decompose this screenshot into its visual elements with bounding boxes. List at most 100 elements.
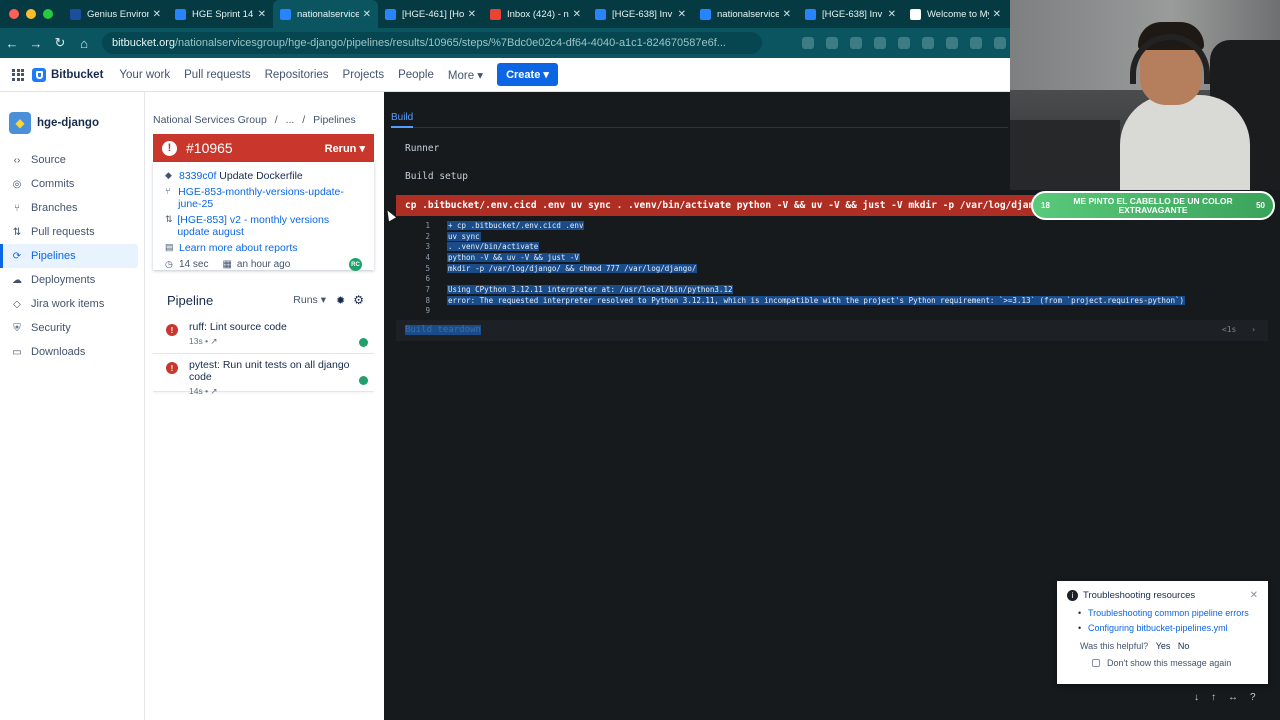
pipeline-step[interactable]: ! ruff: Lint source code 13s • ↗ bbox=[153, 316, 374, 354]
popup-link-config[interactable]: Configuring bitbucket-pipelines.yml bbox=[1078, 623, 1258, 633]
sidebar-item-security[interactable]: ⛨ Security bbox=[0, 316, 144, 340]
create-button[interactable]: Create ▾ bbox=[497, 63, 558, 86]
zoom-icon[interactable] bbox=[826, 37, 838, 49]
scroll-up-icon[interactable]: ↑ bbox=[1211, 692, 1216, 703]
browser-tab[interactable]: Inbox (424) - n ✕ bbox=[483, 0, 588, 28]
close-window-button[interactable] bbox=[9, 9, 19, 19]
browser-tab[interactable]: [HGE-461] [Ho ✕ bbox=[378, 0, 483, 28]
bitbucket-icon bbox=[700, 8, 711, 20]
nav-repositories[interactable]: Repositories bbox=[265, 69, 329, 81]
url-path: /nationalservicesgroup/hge-django/pipeli… bbox=[174, 37, 726, 49]
browser-tab[interactable]: [HGE-638] Inv ✕ bbox=[588, 0, 693, 28]
debug-icon[interactable]: ✹ bbox=[336, 294, 345, 307]
browser-tab[interactable]: [HGE-638] Inv ✕ bbox=[798, 0, 903, 28]
browser-tab[interactable]: Welcome to My ✕ bbox=[903, 0, 1008, 28]
extension-icon[interactable] bbox=[874, 37, 886, 49]
close-tab-icon[interactable]: ✕ bbox=[363, 9, 371, 20]
expand-icon[interactable]: ↔ bbox=[1228, 692, 1238, 703]
pull-request-link[interactable]: [HGE-853] v2 - monthly versions update a… bbox=[177, 214, 362, 238]
breadcrumb-pipelines[interactable]: Pipelines bbox=[313, 114, 356, 126]
rerun-button[interactable]: Rerun ▾ bbox=[325, 142, 365, 155]
step-name: pytest: Run unit tests on all django cod… bbox=[189, 359, 350, 383]
close-tab-icon[interactable]: ✕ bbox=[573, 9, 581, 20]
log-section-build-teardown[interactable]: Build teardown <1s › bbox=[396, 320, 1268, 341]
scroll-down-icon[interactable]: ↓ bbox=[1194, 692, 1199, 703]
extension-icon[interactable] bbox=[994, 37, 1006, 49]
sidebar-item-pull-requests[interactable]: ⇅ Pull requests bbox=[0, 220, 144, 244]
line-text: . .venv/bin/activate bbox=[447, 242, 540, 252]
line-text: uv sync bbox=[447, 231, 481, 241]
log-section-runner[interactable]: Runner bbox=[405, 143, 439, 154]
run-status-header: ! #10965 Rerun ▾ bbox=[153, 134, 374, 162]
close-tab-icon[interactable]: ✕ bbox=[153, 9, 161, 20]
nav-pull-requests[interactable]: Pull requests bbox=[184, 69, 250, 81]
bitbucket-logo-icon[interactable] bbox=[32, 67, 46, 82]
extension-icon[interactable] bbox=[946, 37, 958, 49]
tab-build[interactable]: Build bbox=[391, 112, 413, 123]
sidebar-item-downloads[interactable]: ▭ Downloads bbox=[0, 340, 144, 364]
step-meta: 13s • ↗ bbox=[189, 336, 218, 346]
browser-tab[interactable]: nationalservice ✕ bbox=[273, 0, 378, 28]
back-icon[interactable]: ← bbox=[0, 36, 24, 51]
close-tab-icon[interactable]: ✕ bbox=[468, 9, 476, 20]
extension-icon[interactable] bbox=[922, 37, 934, 49]
dont-show-checkbox-row[interactable]: Don't show this message again bbox=[1067, 658, 1258, 668]
bookmark-icon[interactable] bbox=[850, 37, 862, 49]
sidebar-item-branches[interactable]: ⑂ Branches bbox=[0, 196, 144, 220]
webcam-overlay bbox=[1010, 0, 1280, 190]
runs-dropdown[interactable]: Runs ▾ bbox=[293, 294, 326, 306]
help-icon[interactable]: ? bbox=[1250, 692, 1256, 703]
forward-icon[interactable]: → bbox=[24, 36, 48, 51]
dont-show-checkbox[interactable] bbox=[1092, 659, 1100, 667]
avatar[interactable]: RC bbox=[349, 258, 362, 271]
sidebar-item-commits[interactable]: ◎ Commits bbox=[0, 172, 144, 196]
close-icon[interactable]: ✕ bbox=[1250, 590, 1258, 601]
home-icon[interactable]: ⌂ bbox=[72, 36, 96, 51]
sidebar-item-label: Downloads bbox=[31, 346, 86, 358]
genius-icon bbox=[70, 8, 81, 20]
nav-more[interactable]: More ▾ bbox=[448, 68, 483, 82]
log-section-build-setup[interactable]: Build setup bbox=[405, 171, 468, 182]
repo-header[interactable]: ◆ hge-django bbox=[0, 92, 144, 148]
reports-link[interactable]: Learn more about reports bbox=[179, 242, 297, 254]
extension-icon[interactable] bbox=[970, 37, 982, 49]
brand-name[interactable]: Bitbucket bbox=[51, 69, 103, 81]
nav-your-work[interactable]: Your work bbox=[119, 69, 170, 81]
pipeline-step[interactable]: ! pytest: Run unit tests on all django c… bbox=[153, 354, 374, 396]
tab-title: Genius Environ bbox=[87, 8, 149, 20]
no-button[interactable]: No bbox=[1178, 641, 1190, 651]
close-tab-icon[interactable]: ✕ bbox=[783, 9, 791, 20]
sidebar-item-deployments[interactable]: ☁ Deployments bbox=[0, 268, 144, 292]
line-number: 4 bbox=[425, 252, 430, 262]
teardown-label: Build teardown bbox=[405, 325, 481, 335]
maximize-window-button[interactable] bbox=[43, 9, 53, 19]
close-tab-icon[interactable]: ✕ bbox=[888, 9, 896, 20]
gear-icon[interactable]: ⚙ bbox=[353, 293, 364, 307]
tab-title: nationalservice bbox=[717, 8, 779, 20]
yes-button[interactable]: Yes bbox=[1156, 641, 1171, 651]
popup-link-errors[interactable]: Troubleshooting common pipeline errors bbox=[1078, 608, 1258, 618]
close-tab-icon[interactable]: ✕ bbox=[258, 9, 266, 20]
breadcrumb-org[interactable]: National Services Group bbox=[153, 114, 267, 126]
sidebar-item-label: Deployments bbox=[31, 274, 96, 286]
chevron-down-icon: ▾ bbox=[320, 294, 327, 306]
nav-projects[interactable]: Projects bbox=[343, 69, 385, 81]
sidebar-item-jira-work-items[interactable]: ◇ Jira work items bbox=[0, 292, 144, 316]
nav-people[interactable]: People bbox=[398, 69, 434, 81]
extension-icon[interactable] bbox=[898, 37, 910, 49]
reload-icon[interactable]: ↻ bbox=[48, 35, 72, 51]
close-tab-icon[interactable]: ✕ bbox=[678, 9, 686, 20]
branch-link[interactable]: HGE-853-monthly-versions-update-june-25 bbox=[178, 186, 362, 210]
translate-icon[interactable] bbox=[802, 37, 814, 49]
browser-tab[interactable]: nationalservice ✕ bbox=[693, 0, 798, 28]
close-tab-icon[interactable]: ✕ bbox=[993, 9, 1001, 20]
sidebar-item-source[interactable]: ‹› Source bbox=[0, 148, 144, 172]
sidebar-item-pipelines[interactable]: ⟳ Pipelines bbox=[0, 244, 138, 268]
commit-hash-link[interactable]: 8339c0f bbox=[179, 170, 216, 182]
minimize-window-button[interactable] bbox=[26, 9, 36, 19]
url-field[interactable]: bitbucket.org/nationalservicesgroup/hge-… bbox=[102, 32, 762, 54]
browser-tab[interactable]: Genius Environ ✕ bbox=[63, 0, 168, 28]
browser-tab[interactable]: HGE Sprint 14 ✕ bbox=[168, 0, 273, 28]
breadcrumb-ellipsis[interactable]: ... bbox=[286, 114, 295, 126]
app-switcher-icon[interactable] bbox=[12, 68, 24, 81]
